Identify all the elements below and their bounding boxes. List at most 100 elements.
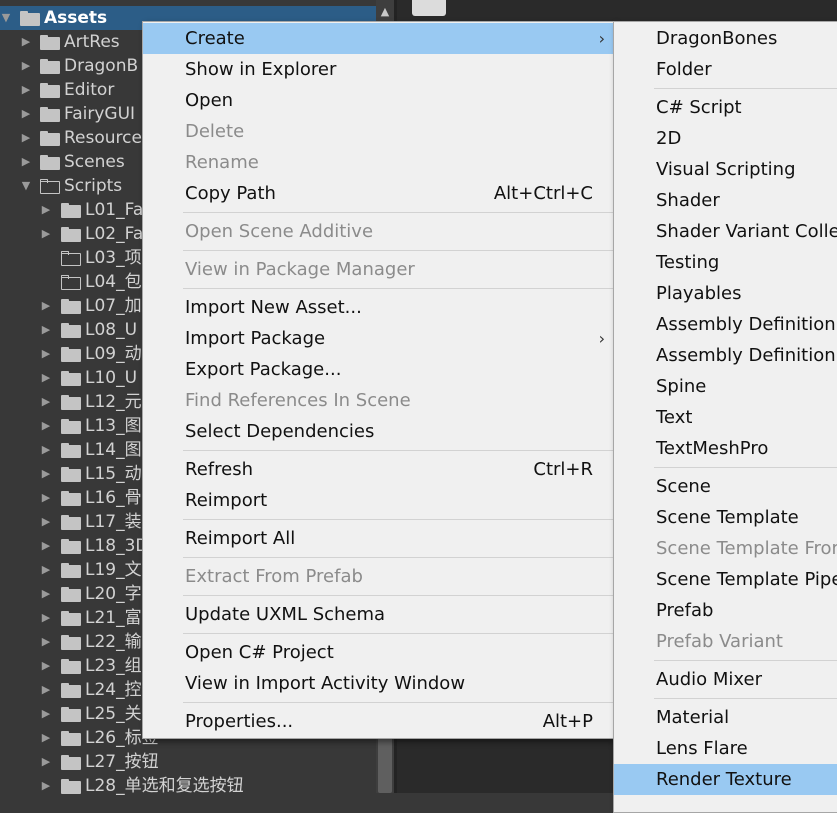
expand-arrow-right-icon[interactable]: ▶ — [40, 726, 52, 750]
menu-item-scene[interactable]: Scene — [614, 471, 837, 502]
menu-item-open[interactable]: Open — [143, 85, 613, 116]
menu-item-testing[interactable]: Testing — [614, 247, 837, 278]
menu-item-assembly-definition[interactable]: Assembly Definition — [614, 309, 837, 340]
menu-item-assembly-definition-r[interactable]: Assembly Definition R — [614, 340, 837, 371]
menu-item-label: Scene Template From — [656, 538, 837, 559]
menu-item-prefab[interactable]: Prefab — [614, 595, 837, 626]
menu-item-view-in-package-manager: View in Package Manager — [143, 254, 613, 285]
folder-icon — [20, 11, 40, 26]
menu-item-import-package[interactable]: Import Package › — [143, 323, 613, 354]
expand-arrow-right-icon[interactable]: ▶ — [20, 54, 32, 78]
expand-arrow-right-icon[interactable]: ▶ — [40, 438, 52, 462]
expand-arrow-right-icon[interactable]: ▶ — [40, 654, 52, 678]
expand-arrow-right-icon[interactable]: ▶ — [40, 534, 52, 558]
expand-arrow-right-icon[interactable]: ▶ — [40, 390, 52, 414]
menu-item-reimport-all[interactable]: Reimport All — [143, 523, 613, 554]
expand-arrow-right-icon[interactable]: ▶ — [40, 678, 52, 702]
expand-arrow-down-icon[interactable]: ▼ — [0, 6, 12, 30]
scroll-up-arrow-icon[interactable]: ▲ — [376, 2, 394, 22]
tree-item-folder[interactable]: ▶ L28_单选和复选按钮 — [0, 774, 376, 798]
folder-icon — [61, 539, 81, 554]
expand-arrow-right-icon[interactable]: ▶ — [40, 366, 52, 390]
expand-arrow-right-icon[interactable]: ▶ — [40, 606, 52, 630]
menu-item-material[interactable]: Material — [614, 702, 837, 733]
menu-item-show-in-explorer[interactable]: Show in Explorer — [143, 54, 613, 85]
menu-item-render-texture[interactable]: Render Texture — [614, 764, 837, 795]
menu-item-copy-path[interactable]: Copy Path Alt+Ctrl+C — [143, 178, 613, 209]
menu-item-text[interactable]: Text — [614, 402, 837, 433]
menu-item-export-package[interactable]: Export Package... — [143, 354, 613, 385]
menu-item-label: View in Package Manager — [185, 259, 415, 280]
expand-arrow-right-icon[interactable]: ▶ — [40, 342, 52, 366]
folder-icon — [40, 131, 60, 146]
tree-item-label: L22_输 — [85, 632, 142, 652]
tree-item-folder[interactable]: ▶ L27_按钮 — [0, 750, 376, 774]
menu-item-2d[interactable]: 2D — [614, 123, 837, 154]
tree-item-label: L20_字 — [85, 584, 142, 604]
menu-item-label: Export Package... — [185, 359, 342, 380]
folder-icon — [61, 323, 81, 338]
folder-icon — [61, 203, 81, 218]
expand-arrow-right-icon[interactable]: ▶ — [20, 102, 32, 126]
tree-item-label: L19_文 — [85, 560, 142, 580]
menu-item-scene-template-pipel[interactable]: Scene Template Pipel — [614, 564, 837, 595]
expand-arrow-right-icon[interactable]: ▶ — [40, 558, 52, 582]
menu-item-create[interactable]: Create › — [143, 23, 613, 54]
menu-item-update-uxml-schema[interactable]: Update UXML Schema — [143, 599, 613, 630]
menu-separator — [183, 250, 613, 251]
expand-arrow-right-icon[interactable]: ▶ — [40, 702, 52, 726]
expand-arrow-right-icon[interactable]: ▶ — [40, 750, 52, 774]
menu-item-delete: Delete — [143, 116, 613, 147]
menu-item-folder[interactable]: Folder — [614, 54, 837, 85]
menu-item-select-dependencies[interactable]: Select Dependencies — [143, 416, 613, 447]
expand-arrow-right-icon[interactable]: ▶ — [40, 486, 52, 510]
menu-separator — [183, 212, 613, 213]
menu-item-visual-scripting[interactable]: Visual Scripting — [614, 154, 837, 185]
menu-item-label: Playables — [656, 283, 742, 304]
toolbar-chip[interactable] — [412, 0, 446, 16]
menu-item-shader-variant-collec[interactable]: Shader Variant Collec — [614, 216, 837, 247]
menu-item-shader[interactable]: Shader — [614, 185, 837, 216]
expand-arrow-right-icon[interactable]: ▶ — [40, 774, 52, 798]
expand-arrow-down-icon[interactable]: ▼ — [20, 174, 32, 198]
menu-item-refresh[interactable]: Refresh Ctrl+R — [143, 454, 613, 485]
menu-item-reimport[interactable]: Reimport — [143, 485, 613, 516]
folder-icon — [61, 731, 81, 746]
menu-item-find-references-in-scene: Find References In Scene — [143, 385, 613, 416]
menu-item-scene-template[interactable]: Scene Template — [614, 502, 837, 533]
expand-arrow-right-icon[interactable]: ▶ — [40, 582, 52, 606]
tree-item-label: L27_按钮 — [85, 752, 159, 772]
menu-item-properties[interactable]: Properties... Alt+P — [143, 706, 613, 737]
menu-item-audio-mixer[interactable]: Audio Mixer — [614, 664, 837, 695]
expand-arrow-right-icon[interactable]: ▶ — [40, 630, 52, 654]
menu-item-spine[interactable]: Spine — [614, 371, 837, 402]
expand-arrow-right-icon[interactable]: ▶ — [40, 318, 52, 342]
folder-icon — [61, 467, 81, 482]
menu-item-label: Shader Variant Collec — [656, 221, 837, 242]
menu-item-dragonbones[interactable]: DragonBones — [614, 23, 837, 54]
expand-arrow-right-icon[interactable]: ▶ — [40, 414, 52, 438]
empty-folder-icon — [61, 251, 81, 266]
folder-icon — [40, 83, 60, 98]
folder-icon — [40, 107, 60, 122]
menu-item-import-new-asset[interactable]: Import New Asset... — [143, 292, 613, 323]
menu-separator — [654, 698, 837, 699]
menu-item-playables[interactable]: Playables — [614, 278, 837, 309]
expand-arrow-right-icon[interactable]: ▶ — [40, 198, 52, 222]
expand-arrow-right-icon[interactable]: ▶ — [20, 30, 32, 54]
menu-item-label: 2D — [656, 128, 682, 149]
expand-arrow-right-icon[interactable]: ▶ — [40, 294, 52, 318]
expand-arrow-right-icon[interactable]: ▶ — [20, 126, 32, 150]
expand-arrow-right-icon[interactable]: ▶ — [40, 222, 52, 246]
menu-item-c-script[interactable]: C# Script — [614, 92, 837, 123]
expand-arrow-right-icon[interactable]: ▶ — [40, 462, 52, 486]
menu-item-open-c-project[interactable]: Open C# Project — [143, 637, 613, 668]
expand-arrow-right-icon[interactable]: ▶ — [20, 78, 32, 102]
tree-item-label: Assets — [44, 8, 108, 28]
folder-icon — [61, 635, 81, 650]
expand-arrow-right-icon[interactable]: ▶ — [40, 510, 52, 534]
menu-item-textmeshpro[interactable]: TextMeshPro — [614, 433, 837, 464]
menu-item-view-in-import-activity-window[interactable]: View in Import Activity Window — [143, 668, 613, 699]
expand-arrow-right-icon[interactable]: ▶ — [20, 150, 32, 174]
menu-item-lens-flare[interactable]: Lens Flare — [614, 733, 837, 764]
